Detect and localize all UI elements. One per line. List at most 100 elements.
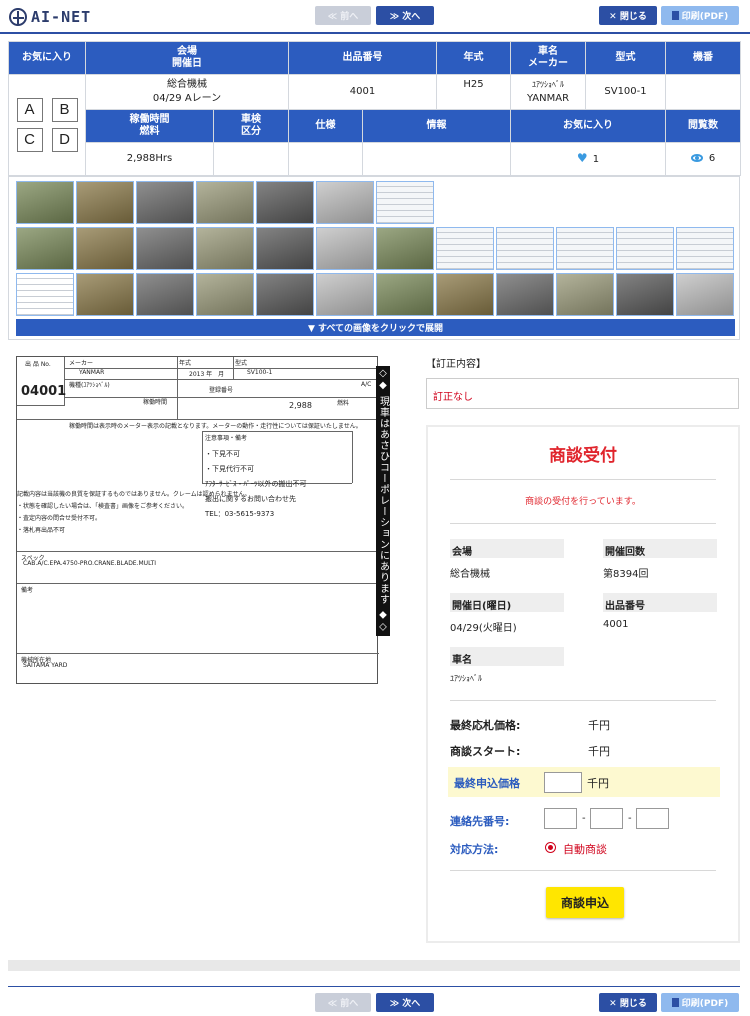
- sheet-note-1: ・下見不可: [205, 449, 240, 458]
- gallery-thumbnail[interactable]: [676, 227, 734, 270]
- gallery-thumbnail[interactable]: [196, 273, 254, 316]
- gallery-thumbnail[interactable]: [76, 227, 134, 270]
- sheet-spec-value: CAB.A/C.EPA.4750-PRO.CRANE.BLADE.MULTI: [23, 560, 157, 567]
- last-bid-value: 千円: [588, 719, 610, 732]
- gallery-thumbnail[interactable]: [616, 227, 674, 270]
- print-label: 印刷(PDF): [681, 999, 729, 1009]
- next-button[interactable]: ≫ 次へ: [376, 6, 434, 25]
- contact-input-3[interactable]: [636, 808, 669, 829]
- gallery-thumbnail[interactable]: [436, 273, 494, 316]
- model-value: SV100-1: [585, 74, 666, 110]
- gallery-thumbnail[interactable]: [196, 227, 254, 270]
- gallery-thumbnail[interactable]: [196, 181, 254, 224]
- expand-all-images-button[interactable]: ▼ すべての画像をクリックで展開: [16, 319, 735, 336]
- final-offer-unit: 千円: [587, 777, 609, 790]
- gallery-thumbnail[interactable]: [256, 181, 314, 224]
- col-serial: 機番: [665, 41, 741, 75]
- contact-input-1[interactable]: [544, 808, 577, 829]
- gallery-thumbnail[interactable]: [136, 227, 194, 270]
- sheet-year-label: 年式: [179, 360, 192, 367]
- gallery-thumbnail[interactable]: [76, 181, 134, 224]
- gallery-thumbnail[interactable]: [616, 273, 674, 316]
- spec-value: [288, 142, 363, 176]
- venue-cell: 総合機械 04/29 Aレーン: [85, 74, 289, 110]
- sheet-note-2: ・下見代行不可: [205, 464, 254, 473]
- gallery-thumbnail[interactable]: [436, 227, 494, 270]
- gallery-thumbnail[interactable]: [256, 227, 314, 270]
- gray-divider: [8, 960, 740, 971]
- favorite-cell: A B C D: [8, 74, 86, 176]
- correction-title: 【訂正内容】: [426, 359, 486, 370]
- gallery-thumbnail[interactable]: [16, 273, 74, 316]
- gallery-thumbnail[interactable]: [16, 227, 74, 270]
- print-label: 印刷(PDF): [681, 12, 729, 22]
- favorite-count-cell: ♥ 1: [510, 142, 666, 176]
- venue-value: 総合機械: [167, 79, 207, 90]
- sheet-fuel-label: 燃料: [337, 400, 350, 407]
- gallery-thumbnail[interactable]: [376, 181, 434, 224]
- sheet-serial-label: 登録番号: [209, 387, 234, 394]
- sheet-meter-note: 稼働時間は表示時のメーター表示の記載となります。メーターの動作・走行性については…: [69, 423, 362, 430]
- favorite-a-button[interactable]: A: [16, 98, 43, 122]
- contact-dash-1: -: [582, 813, 586, 824]
- top-bar: AI-NET ≪ 前へ ≫ 次へ ✕ 閉じる 印刷(PDF): [0, 0, 750, 34]
- maker-value: YANMAR: [526, 93, 570, 104]
- final-offer-input[interactable]: [544, 772, 582, 793]
- favorite-b-button[interactable]: B: [51, 98, 78, 122]
- prev-button-bottom[interactable]: ≪ 前へ: [315, 993, 371, 1012]
- sheet-warranty: 記載内容は当該機の良質を保証するものではありません。クレームは認められません。: [17, 491, 251, 498]
- close-button-bottom[interactable]: ✕ 閉じる: [599, 993, 657, 1012]
- gallery-thumbnail[interactable]: [256, 273, 314, 316]
- sheet-bullet-1: ・状態を確認したい場合は、「検査書」画像をご参考ください。: [17, 503, 189, 510]
- serial-value: [665, 74, 741, 110]
- gallery-thumbnail[interactable]: [136, 181, 194, 224]
- sheet-hours-value: 2,988: [289, 401, 312, 410]
- gallery-thumbnail[interactable]: [496, 227, 554, 270]
- info-value: [362, 142, 511, 176]
- sheet-year-value: 2013 年 月: [189, 371, 225, 378]
- close-button[interactable]: ✕ 閉じる: [599, 6, 657, 25]
- favorite-list: A B C D: [9, 98, 85, 152]
- divider: [450, 870, 716, 871]
- print-pdf-button[interactable]: 印刷(PDF): [661, 6, 739, 25]
- gallery-thumbnail[interactable]: [496, 273, 554, 316]
- date-value: 04/29(火曜日): [450, 623, 517, 634]
- favorite-c-button[interactable]: C: [16, 128, 43, 152]
- gallery-thumbnail[interactable]: [376, 273, 434, 316]
- col-favorite: お気に入り: [8, 41, 86, 75]
- gallery-thumbnail[interactable]: [376, 227, 434, 270]
- car-cell: ﾕｱﾂｼｮﾍﾞﾙ YANMAR: [510, 74, 586, 110]
- col-inspection: 車検 区分: [213, 109, 289, 143]
- car-value: ﾕｱﾂｼｮﾍﾞﾙ: [450, 674, 482, 683]
- sheet-model-value: SV100-1: [247, 369, 273, 376]
- prev-button[interactable]: ≪ 前へ: [315, 6, 371, 25]
- gallery-thumbnail[interactable]: [76, 273, 134, 316]
- date-lane-value: 04/29 Aレーン: [152, 93, 222, 104]
- col-favorite-count: お気に入り: [510, 109, 666, 143]
- location-banner: ◇◆ 現車はあさひコーポレーションにあります ◆◇: [376, 366, 390, 636]
- next-button-bottom[interactable]: ≫ 次へ: [376, 993, 434, 1012]
- gallery-thumbnail[interactable]: [676, 273, 734, 316]
- vehicle-info-table: お気に入り 会場 開催日 出品番号 年式 車名 メーカー 型式 機番 A B C…: [8, 41, 741, 176]
- gallery-thumbnail[interactable]: [556, 273, 614, 316]
- logo-text: AI-NET: [31, 8, 92, 26]
- auction-sheet-image[interactable]: 出 品 No. 04001 メーカー YANMAR 年式 2013 年 月 型式…: [16, 356, 379, 684]
- favorite-d-button[interactable]: D: [51, 128, 78, 152]
- col-views: 閲覧数: [665, 109, 741, 143]
- auto-negotiation-radio[interactable]: [545, 842, 556, 853]
- gallery-thumbnail[interactable]: [316, 181, 374, 224]
- gallery-thumbnail[interactable]: [316, 273, 374, 316]
- negotiation-panel: 商談受付 商談の受付を行っています。 会場 総合機械 開催回数 第8394回 開…: [426, 425, 740, 943]
- sheet-bullet-3: ・落札再出品不可: [17, 527, 66, 534]
- divider: [450, 700, 716, 701]
- sheet-note-5: TEL：03-5615-9373: [205, 509, 275, 518]
- contact-input-2[interactable]: [590, 808, 623, 829]
- gallery-thumbnail[interactable]: [16, 181, 74, 224]
- inspection-value: [213, 142, 289, 176]
- final-offer-label: 最終申込価格: [454, 777, 520, 790]
- print-pdf-button-bottom[interactable]: 印刷(PDF): [661, 993, 739, 1012]
- gallery-thumbnail[interactable]: [136, 273, 194, 316]
- gallery-thumbnail[interactable]: [316, 227, 374, 270]
- gallery-thumbnail[interactable]: [556, 227, 614, 270]
- submit-negotiation-button[interactable]: 商談申込: [546, 887, 624, 918]
